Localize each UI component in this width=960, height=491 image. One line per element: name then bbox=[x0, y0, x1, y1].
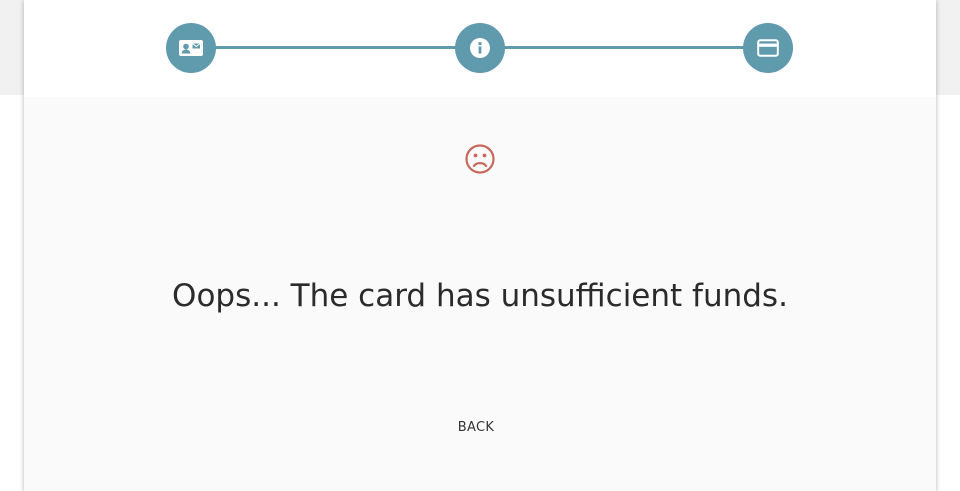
step-contact[interactable] bbox=[166, 23, 216, 73]
step-payment[interactable] bbox=[743, 23, 793, 73]
info-icon bbox=[470, 38, 490, 58]
sad-face-icon bbox=[465, 144, 495, 174]
step-info[interactable] bbox=[455, 23, 505, 73]
back-button[interactable]: BACK bbox=[436, 410, 516, 444]
stepper-connector bbox=[479, 46, 767, 49]
stepper-connector bbox=[191, 46, 479, 49]
checkout-card: Oops... The card has unsufficient funds.… bbox=[24, 0, 936, 491]
contact-card-icon bbox=[179, 40, 203, 56]
progress-stepper bbox=[24, 0, 936, 97]
error-message: Oops... The card has unsufficient funds. bbox=[172, 278, 788, 314]
credit-card-icon bbox=[757, 39, 779, 57]
